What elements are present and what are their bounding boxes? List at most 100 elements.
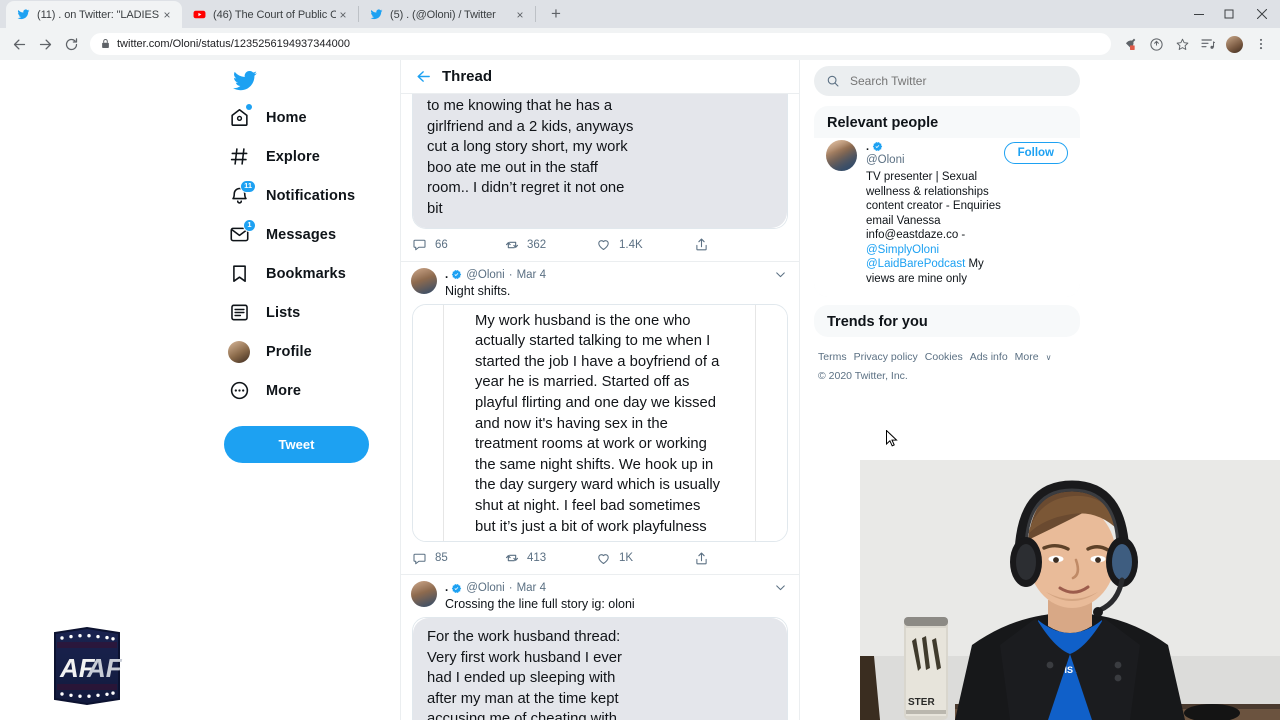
youtube-icon bbox=[192, 8, 206, 22]
sidebar-item-label: Messages bbox=[266, 226, 337, 243]
chevron-down-icon[interactable] bbox=[774, 268, 787, 284]
home-icon bbox=[226, 103, 252, 131]
search-bar[interactable] bbox=[814, 66, 1080, 96]
extension-icon[interactable] bbox=[1117, 31, 1143, 57]
sidebar-item-bookmarks[interactable]: Bookmarks bbox=[218, 254, 400, 293]
reply-icon bbox=[411, 550, 428, 567]
search-input[interactable] bbox=[850, 74, 1068, 88]
reload-icon[interactable] bbox=[58, 31, 84, 57]
like-button[interactable]: 1.4K bbox=[595, 236, 687, 253]
tweet-1: to me knowing that he has a girlfriend a… bbox=[401, 94, 799, 262]
sidebar-item-home[interactable]: Home bbox=[218, 98, 400, 137]
share-button[interactable] bbox=[693, 236, 717, 253]
retweet-button[interactable]: 413 bbox=[503, 550, 595, 567]
twitter-icon bbox=[16, 8, 30, 22]
tweet-date[interactable]: Mar 4 bbox=[517, 268, 546, 282]
close-icon[interactable]: × bbox=[336, 8, 350, 22]
reply-button[interactable]: 85 bbox=[411, 550, 503, 567]
trends-title: Trends for you bbox=[827, 314, 928, 330]
avatar[interactable] bbox=[826, 140, 857, 171]
user-handle[interactable]: @Oloni bbox=[466, 581, 505, 595]
sidebar-item-label: More bbox=[266, 382, 302, 399]
footer-link-privacy[interactable]: Privacy policy bbox=[854, 351, 918, 363]
svg-text:AF: AF bbox=[86, 653, 123, 683]
relevant-people-panel: Relevant people . @Oloni TV presenter | … bbox=[814, 106, 1080, 297]
tweet-2-image-card[interactable]: My work husband is the one who actually … bbox=[412, 303, 788, 543]
browser-tab-1[interactable]: (11) . on Twitter: "LADIES &amp; × bbox=[6, 1, 182, 28]
minimize-button[interactable] bbox=[1184, 0, 1214, 28]
new-tab-button[interactable]: + bbox=[542, 0, 570, 28]
twitter-bird-logo[interactable] bbox=[230, 66, 260, 96]
tweet-3-image-card[interactable]: For the work husband thread: Very first … bbox=[412, 617, 788, 720]
share-button[interactable] bbox=[693, 550, 717, 567]
avatar[interactable] bbox=[411, 267, 437, 294]
tweet-3-header: . @Oloni · Mar 4 Crossing the line full … bbox=[401, 575, 799, 617]
sidebar-item-lists[interactable]: Lists bbox=[218, 293, 400, 332]
verified-badge-icon bbox=[451, 583, 462, 594]
chrome-menu-icon[interactable] bbox=[1248, 31, 1274, 57]
retweet-button[interactable]: 362 bbox=[503, 236, 595, 253]
chevron-down-icon[interactable] bbox=[774, 581, 787, 597]
lock-icon bbox=[101, 38, 110, 51]
footer-link-terms[interactable]: Terms bbox=[818, 351, 847, 363]
thread-column: Thread to me knowing that he has a girlf… bbox=[400, 60, 800, 720]
footer-link-cookies[interactable]: Cookies bbox=[925, 351, 963, 363]
back-arrow-icon[interactable] bbox=[409, 63, 437, 91]
back-icon[interactable] bbox=[6, 31, 32, 57]
sidebar-item-explore[interactable]: Explore bbox=[218, 137, 400, 176]
reply-count: 85 bbox=[435, 552, 448, 565]
profile-avatar-icon[interactable] bbox=[1226, 35, 1243, 53]
copyright-text: © 2020 Twitter, Inc. bbox=[818, 370, 908, 382]
user-handle[interactable]: @Oloni bbox=[866, 153, 1004, 168]
browser-tab-2[interactable]: (46) The Court of Public Opinion × bbox=[182, 1, 358, 28]
relevant-person-row[interactable]: . @Oloni TV presenter | Sexual wellness … bbox=[814, 138, 1080, 297]
close-icon[interactable]: × bbox=[513, 8, 527, 22]
thread-header: Thread bbox=[401, 60, 799, 94]
envelope-icon: 1 bbox=[226, 218, 256, 248]
bio-mention-simplyoloni[interactable]: @SimplyOloni bbox=[866, 244, 939, 256]
footer-link-more[interactable]: More bbox=[1015, 351, 1039, 363]
tab-strip: (11) . on Twitter: "LADIES &amp; × (46) … bbox=[0, 0, 1280, 28]
footer-link-ads-info[interactable]: Ads info bbox=[970, 351, 1008, 363]
relevant-people-title: Relevant people bbox=[827, 115, 939, 131]
meta-separator: · bbox=[508, 582, 513, 595]
address-bar[interactable]: twitter.com/Oloni/status/123525619493734… bbox=[90, 33, 1111, 55]
like-button[interactable]: 1K bbox=[595, 550, 687, 567]
streamer-webcam-feed: S IS INC STER bbox=[860, 460, 1280, 720]
retweet-icon bbox=[503, 236, 520, 253]
trends-panel: Trends for you bbox=[814, 305, 1080, 337]
tab-divider bbox=[535, 6, 536, 22]
bookmark-star-icon[interactable] bbox=[1169, 31, 1195, 57]
sidebar-item-messages[interactable]: 1 Messages bbox=[218, 215, 400, 254]
reply-button[interactable]: 66 bbox=[411, 236, 503, 253]
search-icon bbox=[826, 74, 840, 88]
tweet-1-image-card[interactable]: to me knowing that he has a girlfriend a… bbox=[412, 94, 788, 229]
avatar[interactable] bbox=[411, 581, 437, 608]
forward-icon[interactable] bbox=[32, 31, 58, 57]
reply-icon bbox=[411, 236, 428, 253]
sidebar-item-notifications[interactable]: 11 Notifications bbox=[218, 176, 400, 215]
window-close-button[interactable] bbox=[1244, 0, 1280, 28]
follow-button[interactable]: Follow bbox=[1003, 142, 1068, 164]
maximize-button[interactable] bbox=[1214, 0, 1244, 28]
reading-list-icon[interactable] bbox=[1195, 31, 1221, 57]
share-circle-icon[interactable] bbox=[1143, 31, 1169, 57]
bio-mention-laidbarepodcast[interactable]: @LaidBarePodcast bbox=[866, 258, 965, 270]
chevron-down-icon[interactable]: ∨ bbox=[1046, 353, 1052, 362]
tweet-date[interactable]: Mar 4 bbox=[517, 581, 546, 595]
notes-screenshot: My work husband is the one who actually … bbox=[413, 304, 787, 542]
tweet-button[interactable]: Tweet bbox=[224, 426, 369, 463]
close-icon[interactable]: × bbox=[160, 8, 174, 22]
heart-icon bbox=[595, 550, 612, 567]
browser-tab-title: (46) The Court of Public Opinion bbox=[213, 8, 336, 21]
bio-part-1: TV presenter | Sexual wellness & relatio… bbox=[866, 171, 1001, 241]
sidebar-item-more[interactable]: More bbox=[218, 371, 400, 410]
browser-tab-3[interactable]: (5) . (@Oloni) / Twitter × bbox=[359, 1, 535, 28]
user-handle[interactable]: @Oloni bbox=[466, 268, 505, 282]
reply-count: 66 bbox=[435, 238, 448, 251]
sidebar-item-label: Notifications bbox=[266, 187, 356, 204]
verified-badge-icon bbox=[451, 269, 462, 280]
sidebar-item-profile[interactable]: Profile bbox=[218, 332, 400, 371]
retweet-icon bbox=[503, 550, 520, 567]
retweet-count: 362 bbox=[527, 238, 547, 251]
